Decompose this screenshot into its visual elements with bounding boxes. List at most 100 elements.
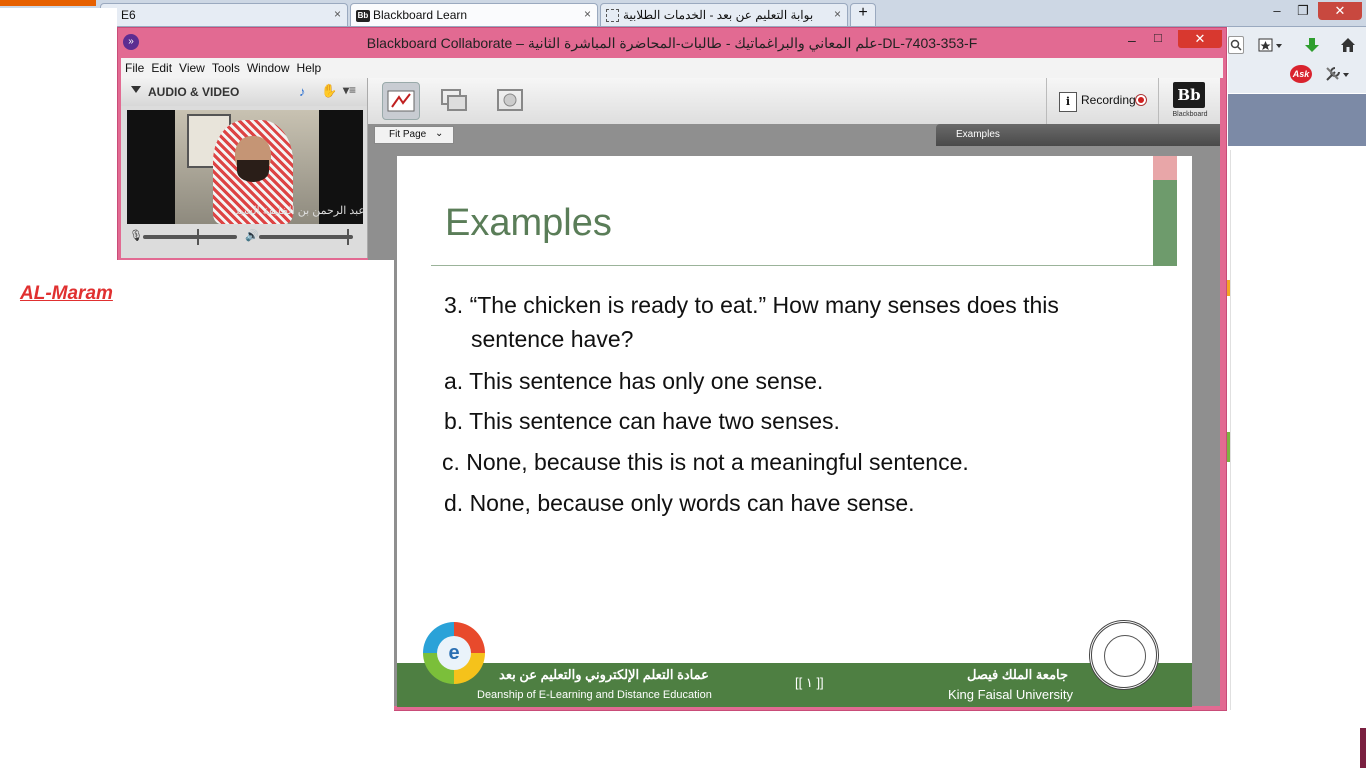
ask-label: Ask [1292, 69, 1310, 79]
loading-favicon-icon [606, 9, 619, 23]
page-title: Examples [956, 129, 1000, 140]
menu-tools[interactable]: Tools [208, 58, 243, 75]
collaborate-menubar: File Edit View Tools Window Help [121, 58, 1223, 78]
slide-option-b: b. This sentence can have two senses. [444, 408, 840, 434]
browser-close-button[interactable]: ✕ [1318, 2, 1362, 20]
tab-label: بوابة التعليم عن بعد - الخدمات الطلابية [623, 8, 814, 22]
slide-option-c: c. None, because this is not a meaningfu… [442, 449, 969, 475]
content-toolbar: Fit Page ⌄ Examples [368, 124, 1220, 146]
browser-toolbar-right: Ask [1228, 27, 1366, 93]
application-sharing-icon [441, 89, 467, 111]
zoom-select-value: Fit Page [389, 129, 427, 140]
chevron-down-icon: ⌄ [435, 128, 444, 139]
tab-blackboard-learn[interactable]: Bb Blackboard Learn × [350, 3, 598, 26]
microphone-icon: 🎙 [129, 230, 143, 242]
web-tour-button[interactable] [492, 82, 528, 118]
info-icon[interactable]: i [1059, 92, 1077, 112]
audio-video-panel: AUDIO & VIDEO ♪ ✋ ▾≡ عبد الرحمن بن الخلي… [121, 78, 368, 258]
application-sharing-button[interactable] [436, 82, 472, 118]
slide-option-a: a. This sentence has only one sense. [444, 368, 824, 394]
background-page-strip [1228, 94, 1366, 146]
new-tab-button[interactable]: + [850, 3, 876, 26]
tab-student-services[interactable]: بوابة التعليم عن بعد - الخدمات الطلابية … [600, 3, 848, 26]
presenter-beard [237, 160, 269, 182]
tab-e6[interactable]: E6 × [100, 3, 348, 26]
university-seal-logo [1089, 620, 1159, 690]
tab-label: Blackboard Learn [373, 8, 468, 22]
slide-decoration [1153, 156, 1177, 180]
menu-view[interactable]: View [175, 58, 208, 75]
web-tour-icon [497, 89, 523, 111]
hand-raise-icon[interactable]: ✋ [321, 83, 337, 99]
search-icon[interactable] [1228, 36, 1244, 54]
menu-file[interactable]: File [121, 58, 147, 75]
tab-close-icon[interactable]: × [834, 7, 841, 21]
presentation-slide: Examples 3. “The chicken is ready to eat… [397, 156, 1192, 707]
audio-sliders: 🎙 🔊 [127, 228, 363, 246]
speaker-icon: 🔊 [245, 230, 259, 242]
tools-icon[interactable] [1324, 65, 1350, 88]
video-feed: عبد الرحمن بن الخليفة السيد [127, 110, 363, 224]
speaker-slider[interactable] [259, 235, 353, 239]
microphone-slider[interactable] [143, 235, 237, 239]
recording-label: Recording [1081, 93, 1136, 107]
overlay-panel [0, 260, 394, 768]
panel-options-icon[interactable]: ▾≡ [343, 83, 356, 97]
plus-icon: + [858, 4, 868, 21]
edge-strip [1360, 728, 1366, 768]
speaker-slider-thumb[interactable] [347, 229, 349, 245]
collaborate-title: Blackboard Collaborate – علم المعاني وال… [366, 35, 978, 51]
slide-page-number: [[ ١ ]] [795, 675, 824, 690]
microphone-slider-thumb[interactable] [197, 229, 199, 245]
whiteboard-button[interactable] [382, 82, 420, 120]
zoom-select[interactable]: Fit Page ⌄ [374, 126, 454, 144]
deanship-arabic-name: عمادة التعلم الإلكتروني والتعليم عن بعد [499, 667, 709, 682]
slide-heading: Examples [445, 202, 612, 244]
panel-title: AUDIO & VIDEO [148, 85, 240, 99]
tab-close-icon[interactable]: × [584, 7, 591, 21]
bookmarks-icon[interactable] [1258, 37, 1284, 58]
recording-indicator[interactable]: i Recording [1046, 78, 1149, 124]
slide-question-cont: sentence have? [471, 326, 634, 352]
page-title-tab[interactable]: Examples [936, 124, 1220, 146]
blackboard-logo-box: Bb Blackboard [1158, 78, 1221, 124]
audio-video-header[interactable]: AUDIO & VIDEO ♪ ✋ ▾≡ [121, 78, 367, 106]
menu-help[interactable]: Help [293, 58, 325, 75]
browser-tab-bar: E6 × Bb Blackboard Learn × بوابة التعليم … [0, 0, 1366, 27]
collaborate-minimize-button[interactable]: – [1128, 32, 1146, 48]
deanship-english-name: Deanship of E-Learning and Distance Educ… [477, 689, 712, 701]
deanship-logo: e [423, 622, 485, 684]
university-arabic-name: جامعة الملك فيصل [967, 667, 1069, 682]
blackboard-logo-text: Blackboard [1172, 111, 1208, 118]
slide-option-d: d. None, because only words can have sen… [444, 490, 915, 516]
slide-footer: عمادة التعلم الإلكتروني والتعليم عن بعد … [397, 663, 1192, 707]
menu-edit[interactable]: Edit [147, 58, 175, 75]
slide-question: 3. “The chicken is ready to eat.” How ma… [444, 292, 1059, 318]
background-page [1227, 150, 1361, 710]
browser-restore-button[interactable]: ❐ [1288, 2, 1318, 20]
slide-divider [431, 265, 1153, 266]
whiteboard-icon [387, 90, 415, 112]
menu-window[interactable]: Window [243, 58, 293, 75]
firefox-menu-button[interactable] [0, 0, 96, 6]
university-english-name: King Faisal University [948, 687, 1073, 702]
collaborate-app-icon: » [123, 34, 139, 50]
blackboard-logo: Bb [1173, 82, 1205, 108]
blackboard-favicon-icon: Bb [356, 9, 370, 22]
ask-icon[interactable]: Ask [1290, 65, 1312, 83]
collaborate-close-button[interactable]: ✕ [1178, 30, 1222, 48]
tab-label: E6 [121, 8, 136, 22]
collapse-triangle-icon[interactable] [131, 86, 141, 93]
slide-decoration [1153, 180, 1177, 266]
collaborate-maximize-button[interactable]: □ [1154, 30, 1172, 45]
download-icon[interactable] [1304, 37, 1320, 58]
page-marker [1227, 432, 1230, 462]
watermark-text: AL-Maram [20, 283, 113, 304]
talk-icon[interactable]: ♪ [299, 84, 306, 99]
home-icon[interactable] [1340, 37, 1356, 58]
video-caption: عبد الرحمن بن الخليفة السيد [234, 205, 363, 217]
page-marker [1227, 280, 1230, 296]
tab-close-icon[interactable]: × [334, 7, 341, 21]
collaborate-toolbar: i Recording Bb Blackboard [368, 78, 1220, 125]
record-icon[interactable] [1135, 94, 1147, 106]
